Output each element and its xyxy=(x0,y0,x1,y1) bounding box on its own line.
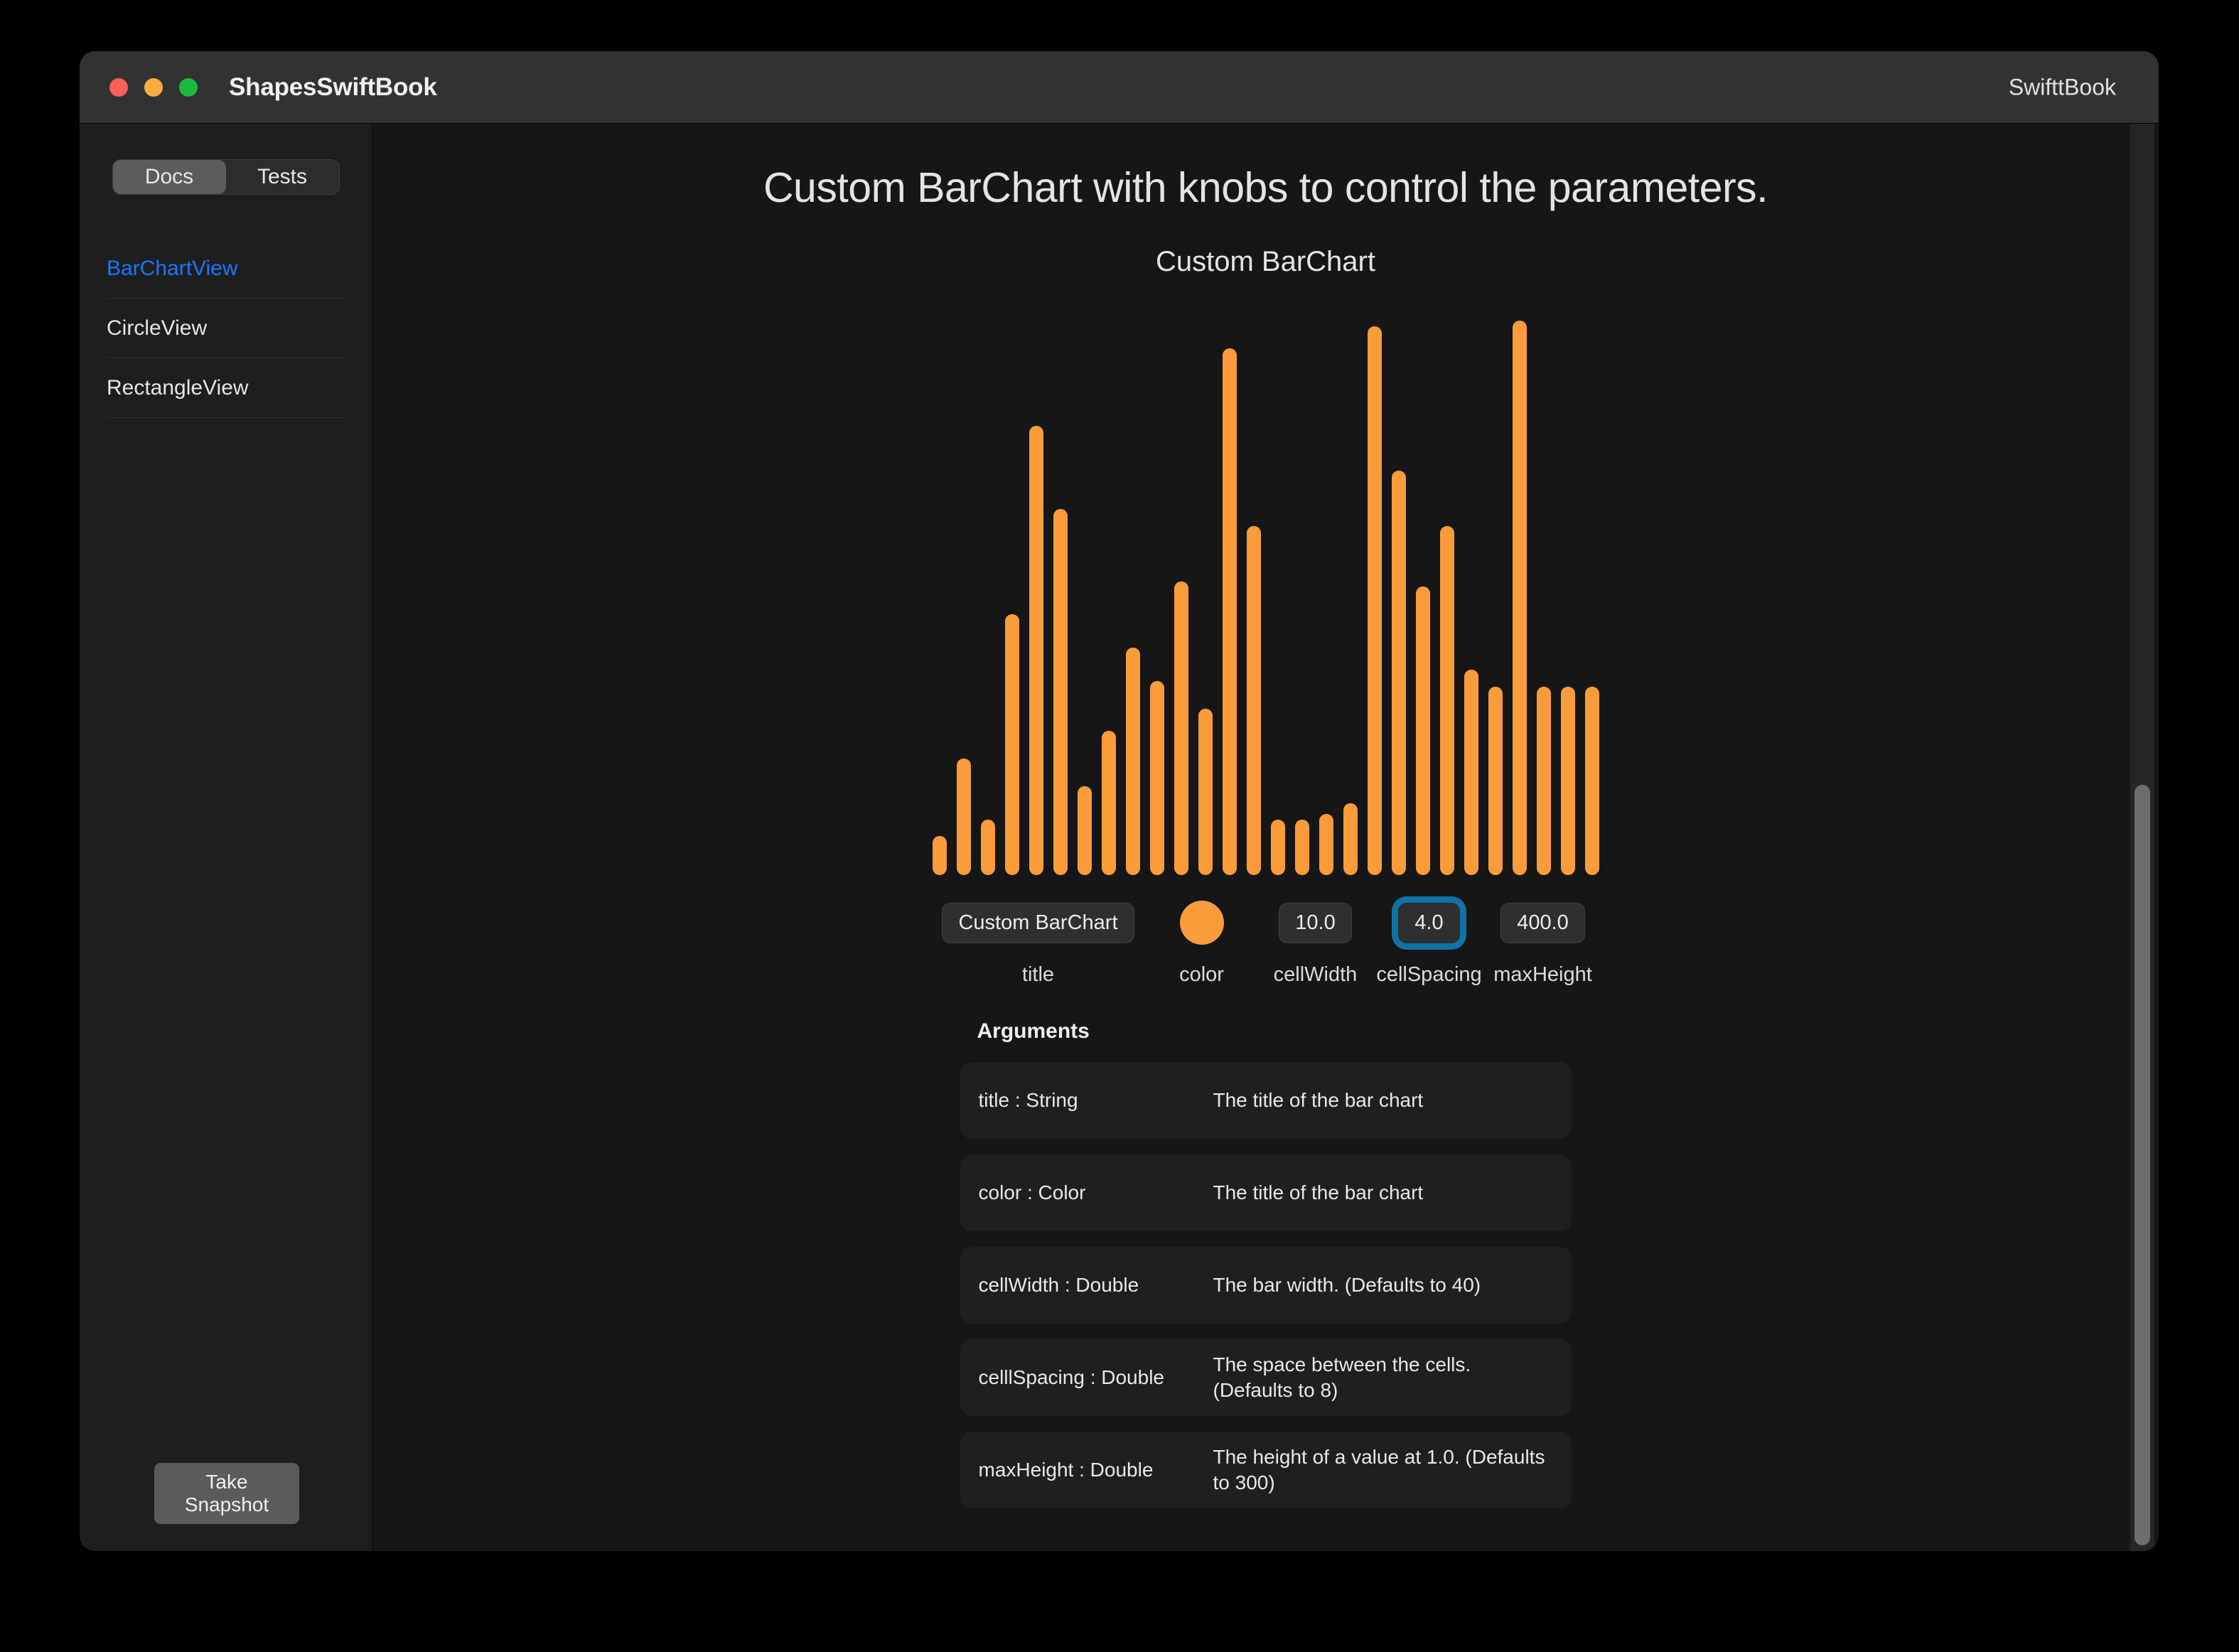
close-window-icon[interactable] xyxy=(109,77,128,97)
knob-title: Custom BarChart title xyxy=(932,891,1145,987)
sidebar-item-rectangleview[interactable]: RectangleView xyxy=(107,358,345,418)
argument-description: The space between the cells. (Defaults t… xyxy=(1213,1353,1471,1401)
bar-chart-bar xyxy=(932,836,947,875)
knob-maxHeight: 400.0 maxHeight xyxy=(1486,891,1600,987)
arguments-list: title : String The title of the bar chart… xyxy=(960,1062,1572,1508)
knob-controls-row: Custom BarChart title color 10.0 cellWidth 4.… xyxy=(372,891,2159,987)
sidebar-item-barchartview[interactable]: BarChartView xyxy=(107,239,345,299)
bar-chart-bar xyxy=(980,820,995,875)
argument-signature: title : String xyxy=(978,1089,1078,1111)
bar-chart-bar xyxy=(1101,731,1116,875)
color-swatch-button[interactable] xyxy=(1179,901,1224,945)
argument-row: cellWidth : Double The bar width. (Defaul… xyxy=(960,1247,1572,1324)
take-snapshot-button[interactable]: Take Snapshot xyxy=(154,1463,299,1524)
number-field-maxHeight[interactable]: 400.0 xyxy=(1500,902,1585,943)
argument-description: The height of a value at 1.0. (Defaults … xyxy=(1213,1445,1545,1493)
knob-control-slot: 4.0 xyxy=(1398,891,1460,955)
argument-signature: maxHeight : Double xyxy=(978,1459,1154,1481)
page-title: Custom BarChart with knobs to control th… xyxy=(763,164,1768,211)
chart-title: Custom BarChart xyxy=(1156,246,1375,277)
knob-label: title xyxy=(1021,963,1055,986)
bar-chart-bar xyxy=(956,758,971,875)
knob-control-slot: 400.0 xyxy=(1500,891,1585,955)
knob-label: maxHeight xyxy=(1493,963,1592,986)
bar-chart-bar xyxy=(1077,786,1092,875)
argument-signature: celllSpacing : Double xyxy=(978,1366,1165,1388)
sidebar: Docs Tests BarChartView CircleView Recta… xyxy=(80,124,372,1551)
argument-signature: color : Color xyxy=(978,1181,1086,1203)
bar-chart-bar xyxy=(1294,820,1309,875)
minimize-window-icon[interactable] xyxy=(144,77,163,97)
bar-chart-bar xyxy=(1391,470,1406,875)
bar-chart-bar xyxy=(1488,686,1503,875)
knob-control-slot xyxy=(1179,891,1224,955)
number-field-cellSpacing[interactable]: 4.0 xyxy=(1398,902,1460,943)
sidebar-segmented-control[interactable]: Docs Tests xyxy=(112,159,340,195)
bar-chart-bar xyxy=(1125,648,1140,875)
knob-cellSpacing: 4.0 cellSpacing xyxy=(1373,891,1486,987)
bar-chart-bar xyxy=(1198,709,1213,875)
argument-signature: cellWidth : Double xyxy=(978,1274,1139,1296)
traffic-light-group xyxy=(109,77,198,97)
knob-label: color xyxy=(1179,963,1224,986)
knob-label: cellWidth xyxy=(1273,963,1358,986)
tab-docs[interactable]: Docs xyxy=(112,160,226,194)
text-field-title[interactable]: Custom BarChart xyxy=(942,902,1134,943)
bar-chart-bar xyxy=(1004,614,1019,875)
argument-row: title : String The title of the bar chart xyxy=(960,1062,1572,1139)
window-body: Docs Tests BarChartView CircleView Recta… xyxy=(80,124,2159,1551)
window-titlebar: ShapesSwiftBook SwifttBook xyxy=(80,51,2159,124)
bar-chart-bar xyxy=(1222,348,1237,875)
argument-row: celllSpacing : Double The space between t… xyxy=(960,1339,1572,1416)
arguments-heading: Arguments xyxy=(977,1019,1090,1043)
bar-chart-bar xyxy=(1149,681,1164,875)
bar-chart-bar xyxy=(1439,525,1454,875)
bar-chart-bar xyxy=(1319,814,1333,875)
bar-chart-bar xyxy=(1270,820,1285,875)
vertical-scrollbar-thumb[interactable] xyxy=(2135,785,2150,1545)
arguments-section: Arguments title : String The title of the… xyxy=(960,1019,1572,1508)
bar-chart-bar xyxy=(1584,686,1599,875)
bar-chart-bar xyxy=(1343,803,1358,875)
bar-chart-bar xyxy=(1512,321,1527,875)
argument-description: The title of the bar chart xyxy=(1213,1181,1424,1203)
knob-cellWidth: 10.0 cellWidth xyxy=(1259,891,1373,987)
knob-color: color xyxy=(1145,891,1259,987)
knob-label: cellSpacing xyxy=(1376,963,1482,986)
bar-chart-bar xyxy=(1174,581,1188,875)
window-right-label: SwifttBook xyxy=(2008,74,2116,100)
main-content: Custom BarChart with knobs to control th… xyxy=(372,124,2159,1551)
number-field-cellWidth[interactable]: 10.0 xyxy=(1279,902,1352,943)
app-window: ShapesSwiftBook SwifttBook Docs Tests Ba… xyxy=(80,51,2159,1551)
zoom-window-icon[interactable] xyxy=(179,77,198,97)
knob-control-slot: 10.0 xyxy=(1279,891,1352,955)
argument-row: color : Color The title of the bar chart xyxy=(960,1154,1572,1231)
bar-chart-bar xyxy=(1415,586,1430,875)
bar-chart-bar xyxy=(1029,426,1043,875)
bar-chart-bar xyxy=(1053,509,1068,875)
bar-chart-bar xyxy=(1536,686,1551,875)
tab-tests[interactable]: Tests xyxy=(226,160,339,194)
argument-description: The bar width. (Defaults to 40) xyxy=(1213,1273,1481,1296)
knob-control-slot: Custom BarChart xyxy=(942,891,1134,955)
bar-chart-bar xyxy=(1367,326,1382,875)
window-title: ShapesSwiftBook xyxy=(229,73,437,101)
bar-chart xyxy=(372,285,2159,875)
argument-row: maxHeight : Double The height of a value … xyxy=(960,1432,1572,1508)
sidebar-item-circleview[interactable]: CircleView xyxy=(107,299,345,358)
bar-chart-bar xyxy=(1246,525,1261,875)
argument-description: The title of the bar chart xyxy=(1213,1088,1424,1111)
bar-chart-bar xyxy=(1560,686,1575,875)
sidebar-nav-list: BarChartView CircleView RectangleView xyxy=(80,239,372,418)
bar-chart-bars xyxy=(932,306,1599,875)
bar-chart-bar xyxy=(1464,670,1478,875)
